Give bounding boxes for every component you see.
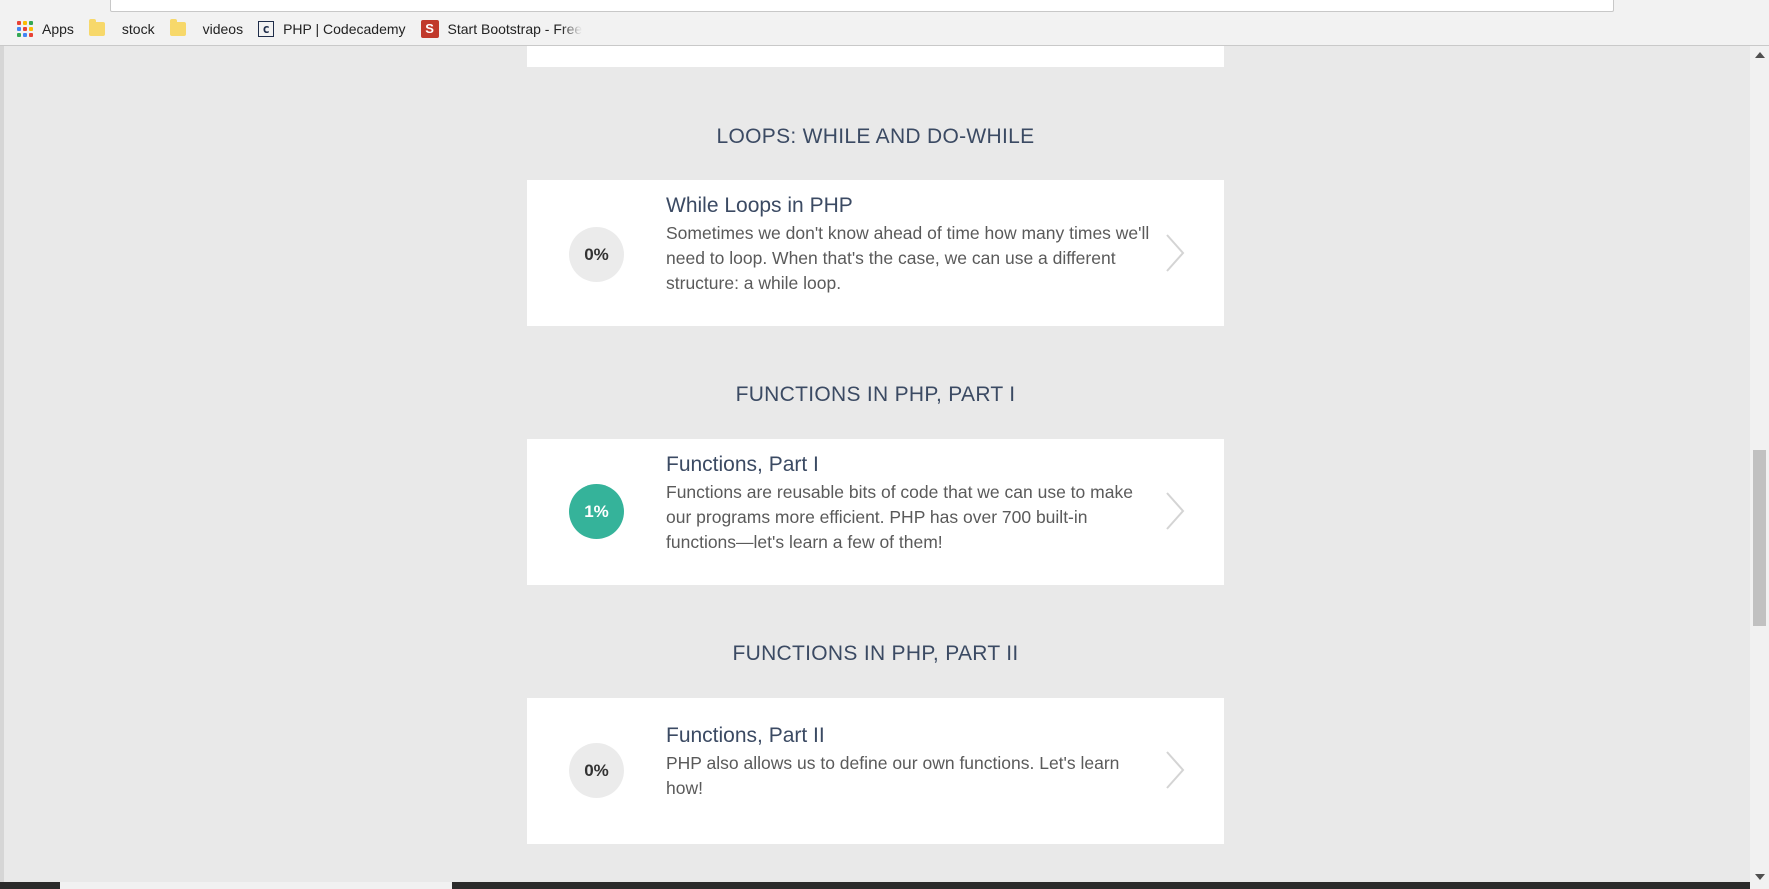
bookmark-label: Start Bootstrap - Free: [447, 20, 583, 37]
progress-badge: 1%: [569, 484, 624, 539]
lesson-title: While Loops in PHP: [666, 194, 853, 217]
bookmark-apps[interactable]: Apps: [17, 12, 74, 45]
start-bootstrap-icon: S: [420, 19, 439, 38]
vertical-scrollbar[interactable]: [1750, 46, 1769, 889]
chevron-right-icon[interactable]: [1163, 750, 1187, 790]
bookmark-start-bootstrap[interactable]: S Start Bootstrap - Free: [420, 12, 583, 45]
chevron-right-icon[interactable]: [1163, 233, 1187, 273]
lesson-card-functions-part-1[interactable]: 1% Functions, Part I Functions are reusa…: [527, 439, 1224, 585]
chevron-right-icon[interactable]: [1163, 491, 1187, 531]
folder-icon: [88, 18, 105, 36]
section-title-loops: LOOPS: WHILE AND DO-WHILE: [716, 125, 1035, 148]
lesson-description: Functions are reusable bits of code that…: [666, 482, 1133, 552]
scroll-up-arrow-icon[interactable]: [1755, 52, 1765, 58]
section-title-functions-part-2: FUNCTIONS IN PHP, PART II: [732, 642, 1019, 665]
section-title-functions-part-1: FUNCTIONS IN PHP, PART I: [735, 383, 1016, 406]
lesson-card-while-loops[interactable]: 0% While Loops in PHP Sometimes we don't…: [527, 180, 1224, 326]
bookmark-label: stock: [121, 20, 155, 37]
progress-badge: 0%: [569, 227, 624, 282]
progress-badge: 0%: [569, 743, 624, 798]
page-edge: [0, 46, 4, 889]
lesson-title: Functions, Part I: [666, 453, 819, 476]
lesson-title: Functions, Part II: [666, 724, 825, 747]
taskbar-strip: [0, 882, 1750, 889]
bookmarks-bar: Apps stock videos c PHP | Codecademy S S…: [0, 12, 1769, 46]
scroll-down-arrow-icon[interactable]: [1755, 874, 1765, 880]
bookmark-label: videos: [202, 20, 244, 37]
bookmark-videos[interactable]: videos: [169, 12, 244, 45]
bookmark-label: Apps: [42, 20, 74, 37]
bookmark-label: PHP | Codecademy: [283, 20, 406, 37]
folder-icon: [169, 18, 186, 36]
apps-grid-icon: [17, 20, 33, 37]
scrollbar-thumb[interactable]: [1753, 450, 1766, 626]
address-bar[interactable]: [110, 0, 1614, 12]
browser-toolbar: [0, 0, 1769, 12]
bookmark-stock[interactable]: stock: [88, 12, 155, 45]
bookmark-codecademy[interactable]: c PHP | Codecademy: [258, 12, 406, 45]
lesson-card-functions-part-2[interactable]: 0% Functions, Part II PHP also allows us…: [527, 698, 1224, 844]
page-viewport: LOOPS: WHILE AND DO-WHILE 0% While Loops…: [0, 46, 1750, 889]
lesson-description: Sometimes we don't know ahead of time ho…: [666, 223, 1150, 293]
lesson-description: PHP also allows us to define our own fun…: [666, 753, 1120, 798]
taskbar-window[interactable]: [60, 882, 452, 889]
previous-lesson-card[interactable]: [527, 46, 1224, 67]
codecademy-icon: c: [258, 20, 275, 37]
